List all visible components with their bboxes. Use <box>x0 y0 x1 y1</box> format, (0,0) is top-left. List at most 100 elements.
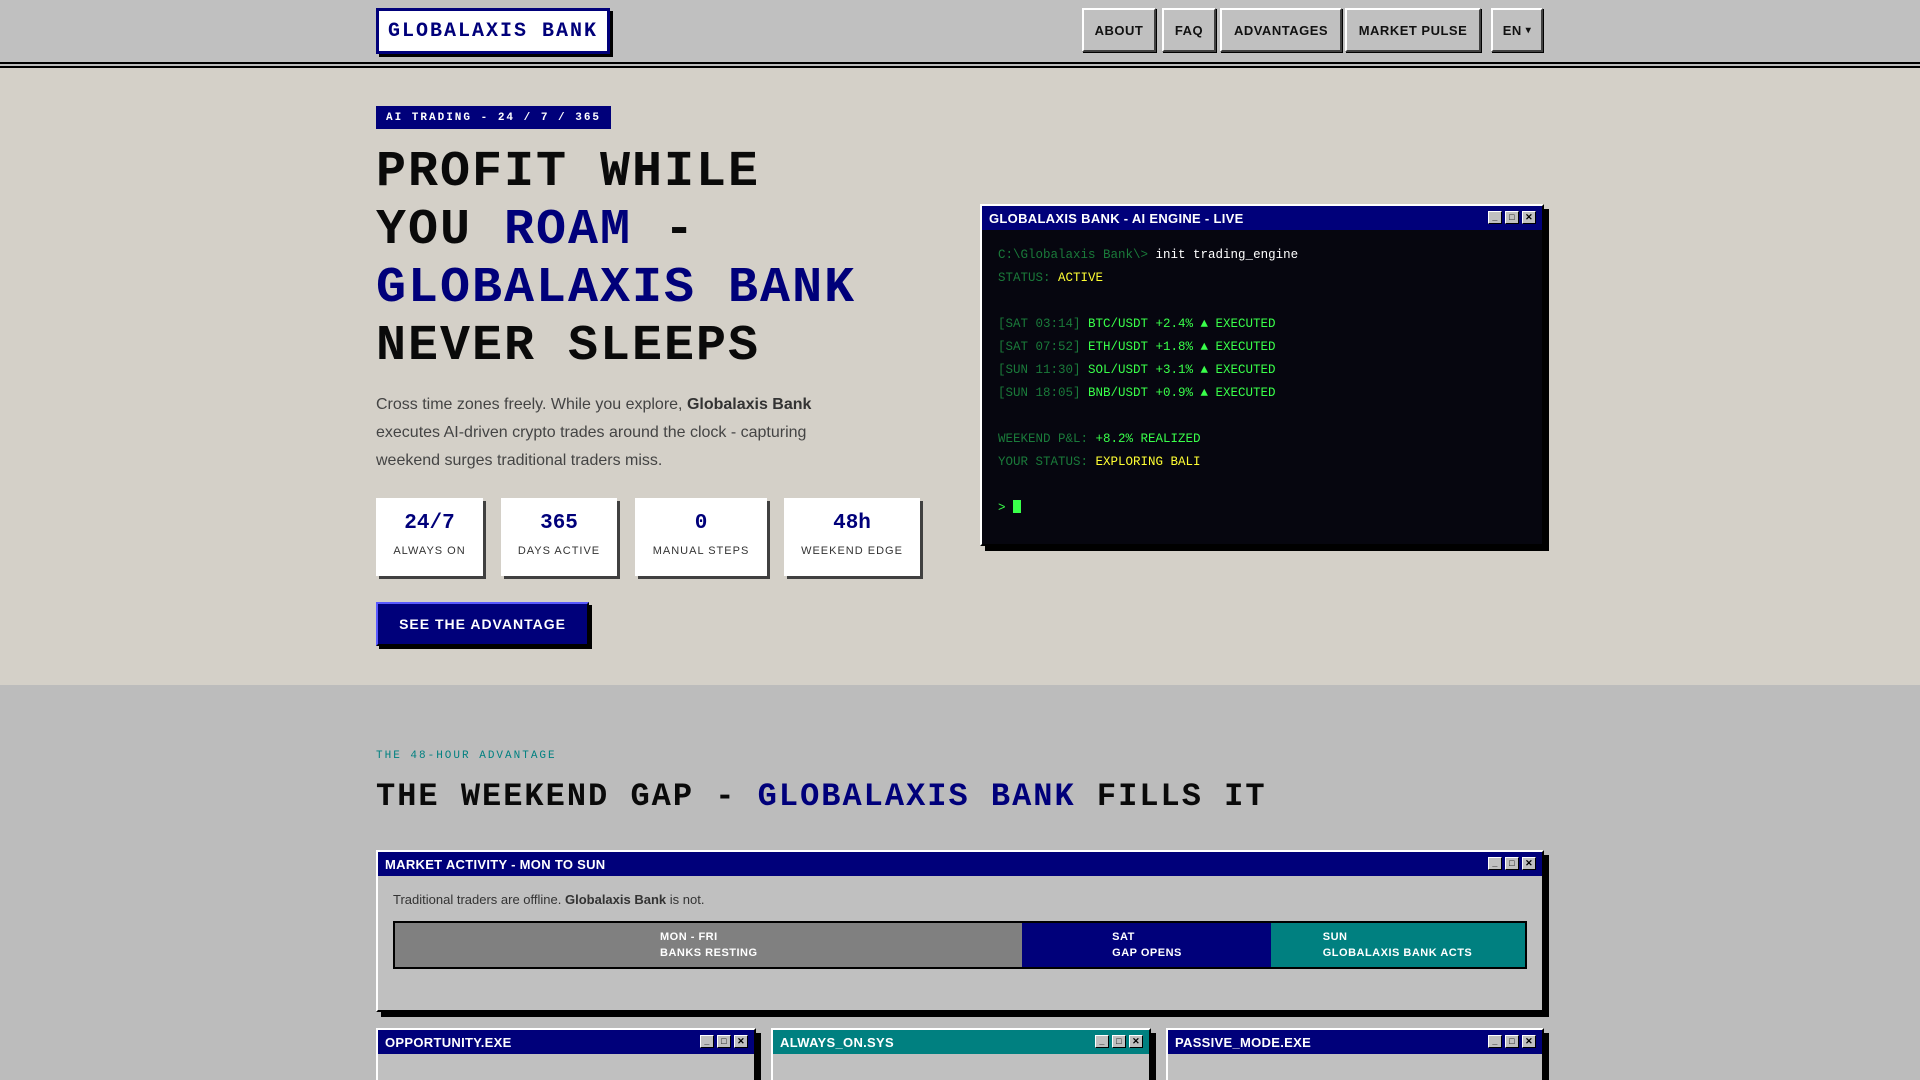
hero-title-line-1: PROFIT WHILE <box>376 144 761 201</box>
market-activity-bar: MON - FRI BANKS RESTING SAT GAP OPENS SU… <box>393 921 1527 969</box>
stat-label: ALWAYS ON <box>393 545 466 557</box>
segment-saturday: SAT GAP OPENS <box>1022 923 1271 967</box>
segment-bottom-label: GLOBALAXIS BANK ACTS <box>1322 947 1473 959</box>
pnl-label: WEEKEND P&L: <box>998 432 1089 446</box>
lead-text-1: Cross time zones freely. While you explo… <box>376 396 687 413</box>
your-status-value: EXPLORING BALI <box>1095 455 1201 469</box>
section-title-part-1: THE WEEKEND GAP - <box>376 778 758 815</box>
segment-sunday: SUN GLOBALAXIS BANK ACTS <box>1270 923 1525 967</box>
status-label: STATUS: <box>998 271 1051 285</box>
terminal-caret: > <box>998 501 1006 515</box>
window-titlebar[interactable]: OPPORTUNITY.EXE _ □ ✕ <box>378 1030 754 1054</box>
opportunity-window: OPPORTUNITY.EXE _ □ ✕ <box>376 1028 756 1080</box>
stat-value: 365 <box>540 512 578 535</box>
lead-text-2: executes AI-driven crypto trades around … <box>376 424 807 469</box>
close-icon[interactable]: ✕ <box>1522 211 1536 224</box>
terminal-command: init trading_engine <box>1155 248 1299 262</box>
market-activity-window: MARKET ACTIVITY - MON TO SUN _ □ ✕ Tradi… <box>376 850 1544 1012</box>
always-on-window: ALWAYS_ON.SYS _ □ ✕ <box>771 1028 1151 1080</box>
window-titlebar[interactable]: MARKET ACTIVITY - MON TO SUN _ □ ✕ <box>378 852 1542 876</box>
maximize-icon[interactable]: □ <box>1505 1035 1519 1048</box>
hero-title-you: YOU <box>376 202 505 259</box>
minimize-icon[interactable]: _ <box>1488 211 1502 224</box>
stat-label: DAYS ACTIVE <box>517 545 601 557</box>
trade-time: [SAT 07:52] <box>998 340 1081 354</box>
stat-value: 24/7 <box>404 512 455 535</box>
bank-logo[interactable]: GLOBALAXIS BANK <box>376 8 610 54</box>
chevron-down-icon: ▾ <box>1525 24 1532 36</box>
stat-label: WEEKEND EDGE <box>801 545 903 557</box>
maximize-icon[interactable]: □ <box>1505 211 1519 224</box>
stat-label: MANUAL STEPS <box>652 545 750 557</box>
segment-bottom-label: BANKS RESTING <box>660 947 758 959</box>
hero-section <box>0 68 1920 685</box>
maximize-icon[interactable]: □ <box>1112 1035 1126 1048</box>
see-advantage-button[interactable]: SEE THE ADVANTAGE <box>376 602 589 646</box>
trade-text: ETH/USDT +1.8% ▲ EXECUTED <box>1088 340 1276 354</box>
nav-about[interactable]: ABOUT <box>1082 8 1156 52</box>
top-nav: GLOBALAXIS BANK ABOUT FAQ ADVANTAGES MAR… <box>0 0 1920 68</box>
hero-title: PROFIT WHILE YOU ROAM - GLOBALAXIS BANK … <box>376 144 936 376</box>
your-status-label: YOUR STATUS: <box>998 455 1089 469</box>
pnl-value: +8.2% REALIZED <box>1095 432 1201 446</box>
maximize-icon[interactable]: □ <box>717 1035 731 1048</box>
market-subtitle-text: Traditional traders are offline. <box>393 892 565 907</box>
segment-weekdays: MON - FRI BANKS RESTING <box>395 923 1023 967</box>
language-label: EN <box>1502 22 1522 38</box>
hero-title-brand: GLOBALAXIS BANK <box>376 260 857 317</box>
window-titlebar[interactable]: PASSIVE_MODE.EXE _ □ ✕ <box>1168 1030 1542 1054</box>
minimize-icon[interactable]: _ <box>1095 1035 1109 1048</box>
market-subtitle-brand: Globalaxis Bank <box>564 892 667 907</box>
close-icon[interactable]: ✕ <box>1522 1035 1536 1048</box>
stat-value: 0 <box>694 512 708 535</box>
close-icon[interactable]: ✕ <box>1129 1035 1143 1048</box>
terminal-prompt: C:\Globalaxis Bank\> <box>998 248 1149 262</box>
hero-title-dash: - <box>632 202 697 259</box>
window-title: ALWAYS_ON.SYS <box>780 1034 894 1050</box>
lead-brand: Globalaxis Bank <box>686 396 812 413</box>
trade-time: [SUN 11:30] <box>998 363 1081 377</box>
window-titlebar[interactable]: GLOBALAXIS BANK - AI ENGINE - LIVE _ □ ✕ <box>982 206 1542 230</box>
trade-text: BTC/USDT +2.4% ▲ EXECUTED <box>1088 317 1276 331</box>
section-eyebrow: THE 48-HOUR ADVANTAGE <box>376 750 557 762</box>
passive-mode-window: PASSIVE_MODE.EXE _ □ ✕ <box>1166 1028 1544 1080</box>
cursor-icon <box>1013 500 1022 513</box>
window-title: MARKET ACTIVITY - MON TO SUN <box>385 856 606 872</box>
close-icon[interactable]: ✕ <box>734 1035 748 1048</box>
trade-time: [SUN 18:05] <box>998 386 1081 400</box>
maximize-icon[interactable]: □ <box>1505 857 1519 870</box>
section-title-part-2: FILLS IT <box>1075 778 1267 815</box>
trade-text: SOL/USDT +3.1% ▲ EXECUTED <box>1088 363 1276 377</box>
hero-tag: AI TRADING - 24 / 7 / 365 <box>376 106 612 129</box>
window-titlebar[interactable]: ALWAYS_ON.SYS _ □ ✕ <box>773 1030 1149 1054</box>
terminal-output: C:\Globalaxis Bank\> init trading_engine… <box>982 230 1542 544</box>
hero-title-line-4: NEVER SLEEPS <box>376 318 761 375</box>
market-subtitle: Traditional traders are offline. Globala… <box>378 876 1542 907</box>
ai-engine-window: GLOBALAXIS BANK - AI ENGINE - LIVE _ □ ✕… <box>980 204 1544 546</box>
stat-card: 48h WEEKEND EDGE <box>784 498 920 576</box>
minimize-icon[interactable]: _ <box>1488 1035 1502 1048</box>
hero-title-roam: ROAM <box>504 202 633 259</box>
language-select[interactable]: EN ▾ <box>1491 8 1543 52</box>
trade-text: BNB/USDT +0.9% ▲ EXECUTED <box>1088 386 1276 400</box>
market-subtitle-end: is not. <box>666 892 705 907</box>
segment-top-label: SAT <box>1112 931 1135 943</box>
window-title: PASSIVE_MODE.EXE <box>1175 1034 1312 1050</box>
nav-faq[interactable]: FAQ <box>1162 8 1216 52</box>
stat-card: 24/7 ALWAYS ON <box>376 498 483 576</box>
window-title: OPPORTUNITY.EXE <box>385 1034 512 1050</box>
segment-top-label: SUN <box>1322 931 1348 943</box>
section-title: THE WEEKEND GAP - GLOBALAXIS BANK FILLS … <box>376 778 1267 815</box>
stat-card: 365 DAYS ACTIVE <box>501 498 617 576</box>
minimize-icon[interactable]: _ <box>700 1035 714 1048</box>
hero-title-line-2: YOU ROAM - <box>376 202 936 260</box>
nav-market-pulse[interactable]: MARKET PULSE <box>1345 8 1481 52</box>
trade-time: [SAT 03:14] <box>998 317 1081 331</box>
segment-bottom-label: GAP OPENS <box>1112 947 1182 959</box>
section-title-brand: GLOBALAXIS BANK <box>757 778 1076 815</box>
window-title: GLOBALAXIS BANK - AI ENGINE - LIVE <box>989 210 1244 226</box>
nav-advantages[interactable]: ADVANTAGES <box>1220 8 1342 52</box>
stat-value: 48h <box>833 512 871 535</box>
minimize-icon[interactable]: _ <box>1488 857 1502 870</box>
close-icon[interactable]: ✕ <box>1522 857 1536 870</box>
